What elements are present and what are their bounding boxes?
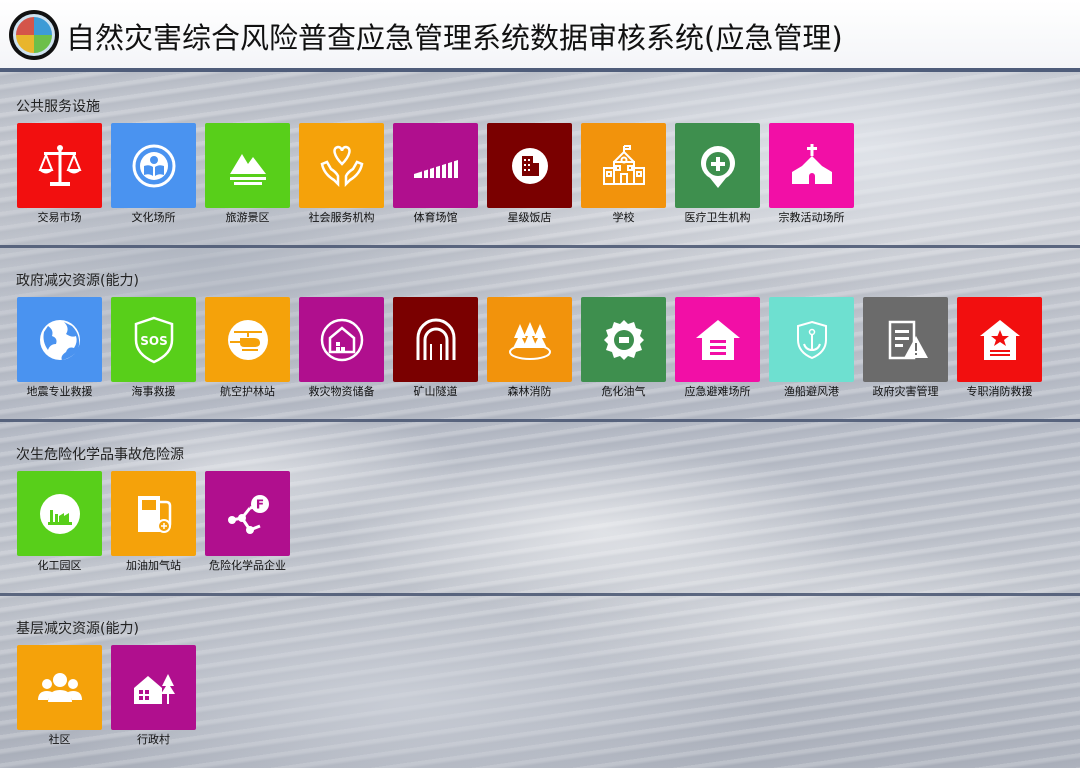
tile-label: 体育场馆: [413, 211, 458, 224]
tile-hazard-gear[interactable]: 危化油气: [581, 297, 666, 398]
fire-station-icon: [957, 297, 1042, 382]
tile-church[interactable]: 宗教活动场所: [769, 123, 854, 224]
sos-shield-icon: SOS: [111, 297, 196, 382]
tile-factory[interactable]: 化工园区: [17, 471, 102, 572]
section-title: 基层减灾资源(能力): [16, 621, 139, 637]
tile-label: 旅游景区: [225, 211, 270, 224]
tile-gas-pump[interactable]: 加油加气站: [111, 471, 196, 572]
people-icon: [17, 645, 102, 730]
tile-medical-pin[interactable]: 医疗卫生机构: [675, 123, 760, 224]
tile-anchor-shield[interactable]: 渔船避风港: [769, 297, 854, 398]
tile-people[interactable]: 社区: [17, 645, 102, 746]
village-icon: [111, 645, 196, 730]
tile-forest[interactable]: 森林消防: [487, 297, 572, 398]
tile-label: 宗教活动场所: [778, 211, 845, 224]
tile-label: 医疗卫生机构: [684, 211, 751, 224]
tile-label: 政府灾害管理: [872, 385, 939, 398]
globe-icon: [17, 297, 102, 382]
tile-label: 加油加气站: [126, 559, 181, 572]
section-public-facilities: 公共服务设施 交易市场 文化场所 旅游景区 社会服务机构 体育场馆 星级饭店 学校 医疗卫生机…: [0, 72, 1080, 242]
page-title: 自然灾害综合风险普查应急管理系统数据审核系统(应急管理): [66, 21, 843, 55]
hazard-gear-icon: [581, 297, 666, 382]
tile-label: 海事救援: [131, 385, 176, 398]
shelter-icon: [675, 297, 760, 382]
tile-mountain[interactable]: 旅游景区: [205, 123, 290, 224]
tile-label: 社会服务机构: [308, 211, 375, 224]
svg-text:SOS: SOS: [140, 334, 168, 348]
section-title: 公共服务设施: [16, 99, 100, 115]
school-icon: [581, 123, 666, 208]
tile-label: 化工园区: [37, 559, 82, 572]
tile-fire-station[interactable]: 专职消防救援: [957, 297, 1042, 398]
church-icon: [769, 123, 854, 208]
tile-grid: 地震专业救援 SOS 海事救援 航空护林站 救灾物资储备 矿山隧道 森林消防 危化油气 应急避难…: [17, 297, 1042, 398]
section-hazmat-sources: 次生危险化学品事故危险源 化工园区 加油加气站 F 危险化学品企业: [0, 419, 1080, 591]
factory-icon: [17, 471, 102, 556]
section-grassroots-resources: 基层减灾资源(能力) 社区 行政村: [0, 593, 1080, 768]
tile-school[interactable]: 学校: [581, 123, 666, 224]
stadium-icon: [393, 123, 478, 208]
hotel-icon: [487, 123, 572, 208]
section-gov-resources: 政府减灾资源(能力) 地震专业救援 SOS 海事救援 航空护林站 救灾物资储备 矿山隧道 森…: [0, 245, 1080, 417]
doc-alert-icon: [863, 297, 948, 382]
tile-book[interactable]: 文化场所: [111, 123, 196, 224]
tile-shelter[interactable]: 应急避难场所: [675, 297, 760, 398]
heart-hands-icon: [299, 123, 384, 208]
tile-label: 森林消防: [507, 385, 552, 398]
tile-label: 文化场所: [131, 211, 176, 224]
warehouse-icon: [299, 297, 384, 382]
tile-label: 行政村: [137, 733, 170, 746]
medical-pin-icon: [675, 123, 760, 208]
tile-molecule[interactable]: F 危险化学品企业: [205, 471, 290, 572]
tile-grid: 社区 行政村: [17, 645, 196, 746]
tile-label: 交易市场: [37, 211, 82, 224]
book-icon: [111, 123, 196, 208]
tile-village[interactable]: 行政村: [111, 645, 196, 746]
tile-label: 危险化学品企业: [209, 559, 286, 572]
gas-pump-icon: [111, 471, 196, 556]
tile-label: 航空护林站: [220, 385, 275, 398]
tile-label: 应急避难场所: [684, 385, 751, 398]
tile-label: 渔船避风港: [784, 385, 839, 398]
tile-label: 地震专业救援: [26, 385, 93, 398]
tile-label: 星级饭店: [507, 211, 552, 224]
tile-label: 学校: [612, 211, 635, 224]
scale-icon: [17, 123, 102, 208]
forest-icon: [487, 297, 572, 382]
svg-text:F: F: [255, 497, 263, 511]
tile-helicopter[interactable]: 航空护林站: [205, 297, 290, 398]
tile-warehouse[interactable]: 救灾物资储备: [299, 297, 384, 398]
tile-label: 危化油气: [601, 385, 646, 398]
tile-label: 社区: [48, 733, 71, 746]
tile-tunnel[interactable]: 矿山隧道: [393, 297, 478, 398]
section-title: 政府减灾资源(能力): [16, 273, 139, 289]
mountain-icon: [205, 123, 290, 208]
tile-label: 专职消防救援: [966, 385, 1033, 398]
helicopter-icon: [205, 297, 290, 382]
tile-sos-shield[interactable]: SOS 海事救援: [111, 297, 196, 398]
tile-grid: 交易市场 文化场所 旅游景区 社会服务机构 体育场馆 星级饭店 学校 医疗卫生机构 宗教活动场所: [17, 123, 854, 224]
anchor-shield-icon: [769, 297, 854, 382]
tile-hotel[interactable]: 星级饭店: [487, 123, 572, 224]
tile-grid: 化工园区 加油加气站 F 危险化学品企业: [17, 471, 290, 572]
emblem-logo: [9, 10, 59, 60]
molecule-icon: F: [205, 471, 290, 556]
tile-label: 矿山隧道: [413, 385, 458, 398]
app-header: 自然灾害综合风险普查应急管理系统数据审核系统(应急管理): [0, 0, 1080, 72]
section-title: 次生危险化学品事故危险源: [16, 447, 184, 463]
tile-globe[interactable]: 地震专业救援: [17, 297, 102, 398]
tile-label: 救灾物资储备: [308, 385, 375, 398]
tunnel-icon: [393, 297, 478, 382]
tile-doc-alert[interactable]: 政府灾害管理: [863, 297, 948, 398]
tile-stadium[interactable]: 体育场馆: [393, 123, 478, 224]
tile-scale[interactable]: 交易市场: [17, 123, 102, 224]
tile-heart-hands[interactable]: 社会服务机构: [299, 123, 384, 224]
